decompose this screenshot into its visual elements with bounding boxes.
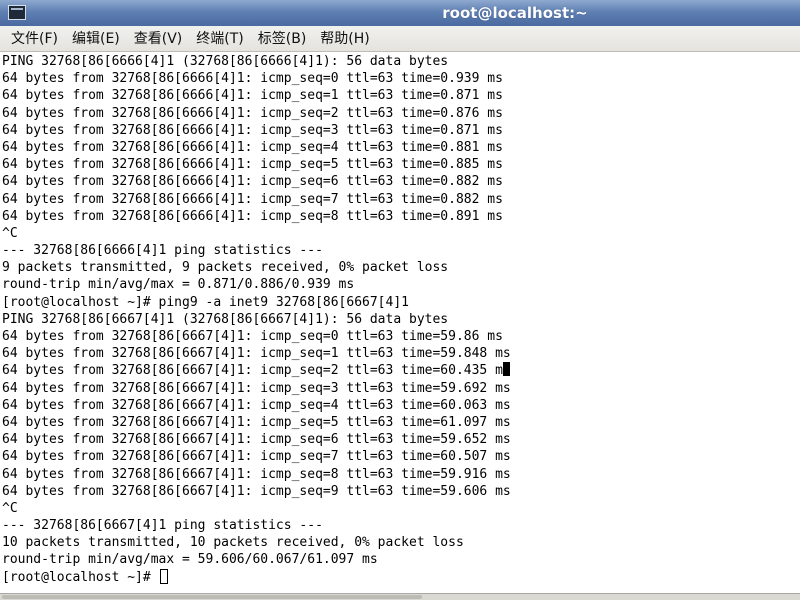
terminal-line: 64 bytes from 32768[86[6666[4]1: icmp_se… <box>0 173 800 190</box>
terminal-line-text: 64 bytes from 32768[86[6666[4]1: icmp_se… <box>2 191 503 207</box>
terminal-line-text: 64 bytes from 32768[86[6666[4]1: icmp_se… <box>2 157 503 173</box>
terminal-line: PING 32768[86[6666[4]1 (32768[86[6666[4]… <box>0 53 800 70</box>
terminal-line: 64 bytes from 32768[86[6667[4]1: icmp_se… <box>0 397 800 414</box>
selection-cursor <box>502 362 510 377</box>
terminal-line-text: [root@localhost ~]# ping9 -a inet9 32768… <box>2 294 409 310</box>
terminal-line: --- 32768[86[6667[4]1 ping statistics --… <box>0 517 800 534</box>
terminal-line-text: 10 packets transmitted, 10 packets recei… <box>2 535 464 551</box>
terminal-line-text: --- 32768[86[6666[4]1 ping statistics --… <box>2 243 323 259</box>
terminal-line: 9 packets transmitted, 9 packets receive… <box>0 259 800 276</box>
terminal-line-text: ^C <box>2 225 18 241</box>
terminal-line-text: 64 bytes from 32768[86[6666[4]1: icmp_se… <box>2 174 503 190</box>
terminal-line: 64 bytes from 32768[86[6666[4]1: icmp_se… <box>0 87 800 104</box>
terminal-line: 64 bytes from 32768[86[6667[4]1: icmp_se… <box>0 345 800 362</box>
terminal-line: 64 bytes from 32768[86[6667[4]1: icmp_se… <box>0 380 800 397</box>
terminal-line-text: PING 32768[86[6667[4]1 (32768[86[6667[4]… <box>2 311 449 327</box>
menu-terminal[interactable]: 终端(T) <box>189 27 250 51</box>
menu-bar: 文件(F) 编辑(E) 查看(V) 终端(T) 标签(B) 帮助(H) <box>0 26 800 52</box>
terminal-line: ^C <box>0 225 800 242</box>
terminal-line: round-trip min/avg/max = 59.606/60.067/6… <box>0 551 800 568</box>
terminal-line-text: 64 bytes from 32768[86[6666[4]1: icmp_se… <box>2 88 503 104</box>
terminal-line: [root@localhost ~]# ping9 -a inet9 32768… <box>0 294 800 311</box>
terminal-line-text: 64 bytes from 32768[86[6666[4]1: icmp_se… <box>2 139 503 155</box>
terminal-line: 64 bytes from 32768[86[6666[4]1: icmp_se… <box>0 105 800 122</box>
terminal-line: 64 bytes from 32768[86[6667[4]1: icmp_se… <box>0 431 800 448</box>
terminal-line-text: 64 bytes from 32768[86[6667[4]1: icmp_se… <box>2 466 511 482</box>
terminal-line: 64 bytes from 32768[86[6667[4]1: icmp_se… <box>0 328 800 345</box>
terminal-line-text: 9 packets transmitted, 9 packets receive… <box>2 260 449 276</box>
terminal-line-text: --- 32768[86[6667[4]1 ping statistics --… <box>2 518 323 534</box>
terminal-line-text: 64 bytes from 32768[86[6666[4]1: icmp_se… <box>2 71 503 87</box>
terminal-line: 64 bytes from 32768[86[6667[4]1: icmp_se… <box>0 448 800 465</box>
terminal-line-text: 64 bytes from 32768[86[6667[4]1: icmp_se… <box>2 414 511 430</box>
terminal-line-text: 64 bytes from 32768[86[6667[4]1: icmp_se… <box>2 363 503 379</box>
text-cursor <box>159 568 168 584</box>
terminal-window: root@localhost:~ 文件(F) 编辑(E) 查看(V) 终端(T) 标签(… <box>0 0 800 600</box>
menu-tabs[interactable]: 标签(B) <box>251 27 314 51</box>
scrollbar-thumb[interactable] <box>2 595 422 599</box>
terminal-line-text: 64 bytes from 32768[86[6666[4]1: icmp_se… <box>2 122 503 138</box>
terminal-line-text: 64 bytes from 32768[86[6667[4]1: icmp_se… <box>2 483 511 499</box>
terminal-line: [root@localhost ~]# <box>0 568 800 586</box>
terminal-line-text: ^C <box>2 500 18 516</box>
terminal-line-text: round-trip min/avg/max = 0.871/0.886/0.9… <box>2 277 355 293</box>
terminal-line: 64 bytes from 32768[86[6667[4]1: icmp_se… <box>0 362 800 379</box>
menu-view[interactable]: 查看(V) <box>127 27 190 51</box>
terminal-line: ^C <box>0 500 800 517</box>
terminal-line-text: round-trip min/avg/max = 59.606/60.067/6… <box>2 552 378 568</box>
terminal-line: 64 bytes from 32768[86[6667[4]1: icmp_se… <box>0 466 800 483</box>
terminal-line: 64 bytes from 32768[86[6666[4]1: icmp_se… <box>0 156 800 173</box>
terminal-line: 64 bytes from 32768[86[6667[4]1: icmp_se… <box>0 414 800 431</box>
window-title: root@localhost:~ <box>442 4 588 22</box>
terminal-line-text: 64 bytes from 32768[86[6667[4]1: icmp_se… <box>2 346 511 362</box>
terminal-line: 64 bytes from 32768[86[6666[4]1: icmp_se… <box>0 208 800 225</box>
terminal-line: 10 packets transmitted, 10 packets recei… <box>0 534 800 551</box>
terminal-line: --- 32768[86[6666[4]1 ping statistics --… <box>0 242 800 259</box>
terminal-line-text: 64 bytes from 32768[86[6667[4]1: icmp_se… <box>2 397 511 413</box>
terminal-line: 64 bytes from 32768[86[6666[4]1: icmp_se… <box>0 122 800 139</box>
menu-edit[interactable]: 编辑(E) <box>65 27 127 51</box>
terminal-line-text: 64 bytes from 32768[86[6667[4]1: icmp_se… <box>2 329 503 344</box>
terminal-line-text: 64 bytes from 32768[86[6667[4]1: icmp_se… <box>2 449 511 465</box>
terminal-output[interactable]: PING 32768[86[6666[4]1 (32768[86[6666[4]… <box>0 53 800 593</box>
terminal-line-text: 64 bytes from 32768[86[6666[4]1: icmp_se… <box>2 105 503 121</box>
terminal-line: 64 bytes from 32768[86[6666[4]1: icmp_se… <box>0 70 800 87</box>
terminal-line: 64 bytes from 32768[86[6667[4]1: icmp_se… <box>0 483 800 500</box>
terminal-line: round-trip min/avg/max = 0.871/0.886/0.9… <box>0 276 800 293</box>
terminal-line-text: 64 bytes from 32768[86[6667[4]1: icmp_se… <box>2 380 511 396</box>
terminal-line-text: PING 32768[86[6666[4]1 (32768[86[6666[4]… <box>2 54 449 69</box>
horizontal-scrollbar[interactable] <box>0 593 800 600</box>
terminal-line-text: 64 bytes from 32768[86[6667[4]1: icmp_se… <box>2 432 511 448</box>
menu-file[interactable]: 文件(F) <box>4 27 65 51</box>
title-bar[interactable]: root@localhost:~ <box>0 0 800 27</box>
terminal-line-text: 64 bytes from 32768[86[6666[4]1: icmp_se… <box>2 208 503 224</box>
terminal-line: PING 32768[86[6667[4]1 (32768[86[6667[4]… <box>0 311 800 328</box>
terminal-line-text: [root@localhost ~]# <box>2 569 159 585</box>
terminal-line: 64 bytes from 32768[86[6666[4]1: icmp_se… <box>0 139 800 156</box>
menu-help[interactable]: 帮助(H) <box>313 27 376 51</box>
terminal-line: 64 bytes from 32768[86[6666[4]1: icmp_se… <box>0 191 800 208</box>
